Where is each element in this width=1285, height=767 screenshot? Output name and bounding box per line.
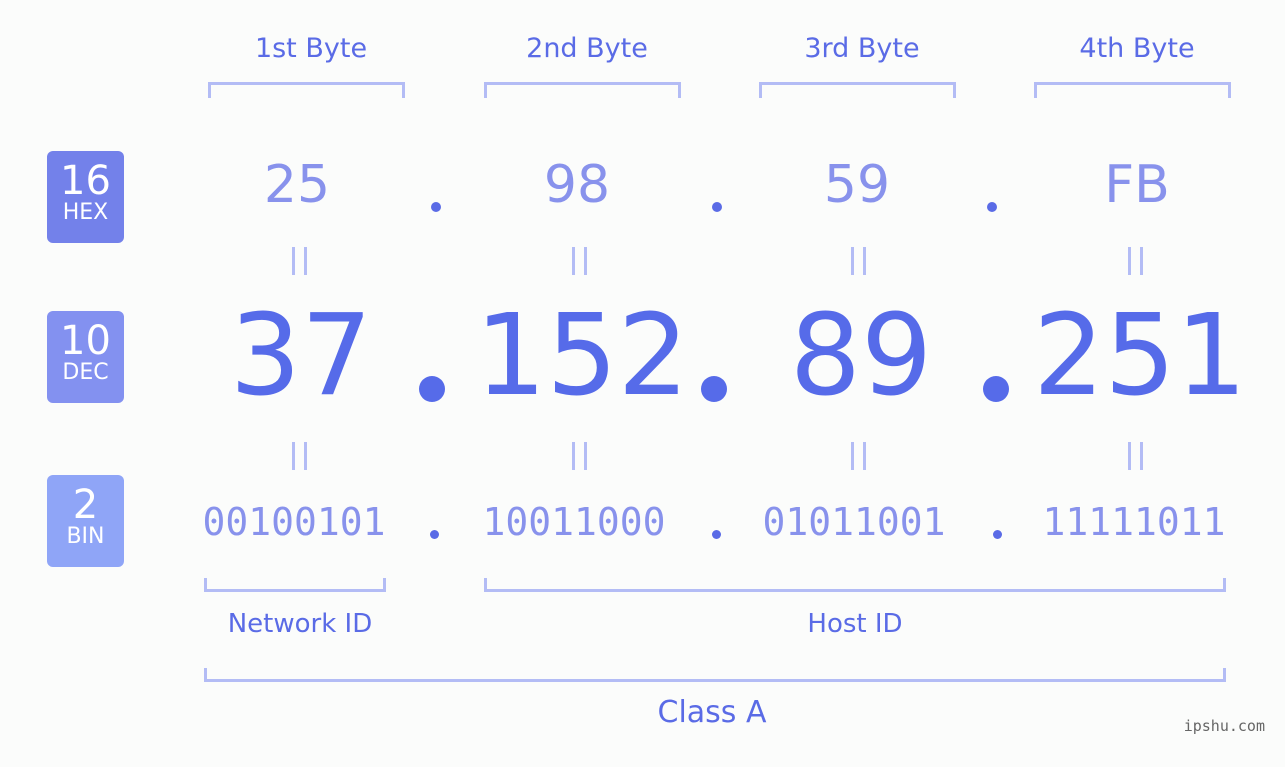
class-bracket [204,668,1226,682]
network-id-bracket [204,578,386,592]
dec-separator-dot [701,376,727,402]
byte-bracket-1 [208,82,405,98]
byte-label-1: 1st Byte [254,33,368,64]
dec-base-unit: DEC [62,360,109,385]
dec-separator-dot [983,376,1009,402]
dec-base-number: 10 [60,318,111,364]
bin-separator-dot [430,530,439,539]
equals-icon [1128,247,1144,275]
bin-badge: 2 BIN [47,475,124,567]
dec-value-3: 89 [789,291,933,421]
hex-base-unit: HEX [62,200,109,225]
network-id-label: Network ID [227,609,373,639]
hex-separator-dot [987,202,997,212]
bin-value-1: 00100101 [202,500,386,544]
bin-value-4: 11111011 [1042,500,1226,544]
equals-icon [851,247,867,275]
equals-icon [572,247,588,275]
byte-bracket-2 [484,82,681,98]
hex-base-number: 16 [60,158,111,204]
equals-icon [572,442,588,470]
host-id-bracket [484,578,1226,592]
dec-value-1: 37 [229,291,373,421]
dec-separator-dot [419,376,445,402]
bin-separator-dot [712,530,721,539]
bin-base-unit: BIN [66,524,105,549]
equals-icon [292,247,308,275]
byte-bracket-4 [1034,82,1231,98]
bin-value-3: 01011001 [762,500,946,544]
byte-label-2: 2nd Byte [526,33,648,64]
hex-separator-dot [431,202,441,212]
byte-label-3: 3rd Byte [804,33,920,64]
host-id-label: Host ID [807,609,903,639]
hex-value-2: 98 [543,155,611,215]
class-label: Class A [657,695,767,730]
bin-separator-dot [993,530,1002,539]
hex-value-4: FB [1104,155,1170,215]
equals-icon [851,442,867,470]
hex-value-3: 59 [823,155,891,215]
bin-value-2: 10011000 [482,500,666,544]
hex-badge: 16 HEX [47,151,124,243]
equals-icon [1128,442,1144,470]
dec-value-2: 152 [475,291,689,421]
bin-base-number: 2 [72,482,99,528]
watermark: ipshu.com [1183,717,1265,735]
hex-value-1: 25 [263,155,331,215]
byte-bracket-3 [759,82,956,98]
dec-badge: 10 DEC [47,311,124,403]
hex-separator-dot [712,202,722,212]
dec-value-4: 251 [1033,291,1247,421]
equals-icon [292,442,308,470]
byte-label-4: 4th Byte [1079,33,1195,64]
